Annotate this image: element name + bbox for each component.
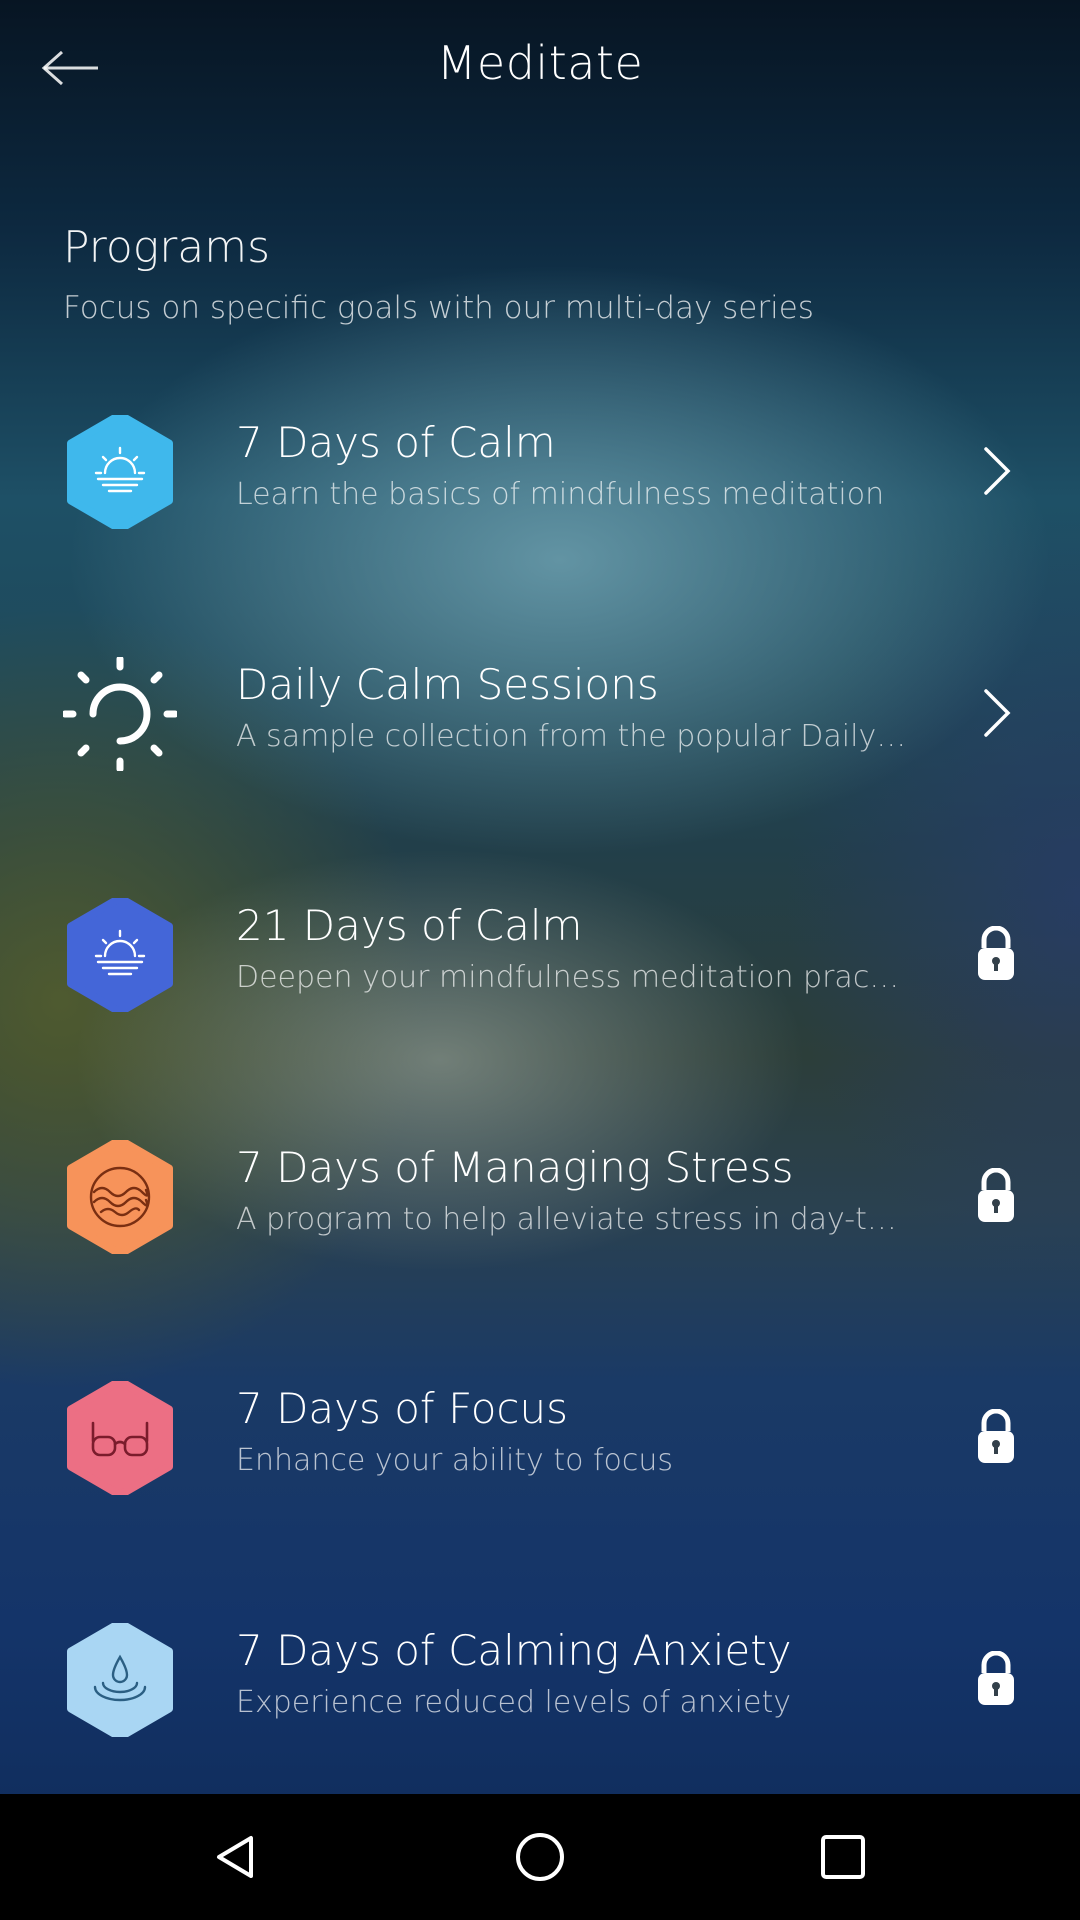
program-icon <box>63 1377 177 1500</box>
chevron-right-icon <box>984 688 1011 737</box>
program-subtitle: Enhance your ability to focus <box>236 1443 674 1479</box>
program-subtitle: Learn the basics of mindfulness meditati… <box>236 477 885 512</box>
program-row[interactable]: 7 Days of Calm Learn the basics of mindf… <box>0 375 1080 617</box>
program-subtitle: A sample collection from the popular Dai… <box>236 718 907 754</box>
program-list: 7 Days of Calm Learn the basics of mindf… <box>0 375 1080 1825</box>
program-row[interactable]: 7 Days of Calming Anxiety Experience red… <box>0 1583 1080 1825</box>
system-nav-bar <box>0 1794 1080 1920</box>
sunrise-icon <box>67 411 173 533</box>
program-icon <box>63 411 177 533</box>
nav-back-button[interactable] <box>206 1827 266 1887</box>
program-title: 7 Days of Calming Anxiety <box>236 1625 792 1675</box>
nav-recents-button[interactable] <box>813 1827 873 1887</box>
program-row[interactable]: Daily Calm Sessions A sample collection … <box>0 617 1080 859</box>
program-subtitle: Deepen your mindfulness meditation prac… <box>236 960 900 996</box>
program-subtitle: Experience reduced levels of anxiety <box>236 1684 791 1720</box>
program-title: Daily Calm Sessions <box>236 659 659 709</box>
program-title: 7 Days of Focus <box>236 1384 569 1434</box>
nav-home-circle-icon <box>516 1833 564 1881</box>
section-subtitle: Focus on specific goals with our multi-d… <box>63 290 814 326</box>
waves-icon <box>67 1135 173 1258</box>
page-title: Meditate <box>436 36 644 90</box>
top-bar: Meditate <box>0 0 1080 136</box>
sun-icon <box>61 655 179 773</box>
section-title: Programs <box>63 222 271 273</box>
lock-icon <box>978 1650 1014 1705</box>
program-title: 21 Days of Calm <box>236 901 583 951</box>
sunrise-icon <box>67 894 173 1017</box>
lock-icon <box>978 926 1014 981</box>
lock-icon <box>978 1167 1014 1222</box>
program-row[interactable]: 7 Days of Focus Enhance your ability to … <box>0 1341 1080 1583</box>
meditate-screen: Meditate Programs Focus on specific goal… <box>0 0 1080 1920</box>
nav-home-button[interactable] <box>510 1827 570 1887</box>
lock-icon <box>978 1409 1014 1464</box>
program-icon <box>63 1618 177 1741</box>
program-row[interactable]: 21 Days of Calm Deepen your mindfulness … <box>0 858 1080 1100</box>
program-subtitle: A program to help alleviate stress in da… <box>236 1201 897 1237</box>
program-title: 7 Days of Calm <box>236 418 556 467</box>
nav-recents-square-icon <box>821 1835 865 1879</box>
water-drop-icon <box>67 1618 173 1741</box>
glasses-icon <box>67 1377 173 1500</box>
program-icon <box>63 1135 177 1258</box>
program-title: 7 Days of Managing Stress <box>236 1142 794 1192</box>
program-icon <box>63 894 177 1017</box>
program-row[interactable]: 7 Days of Managing Stress A program to h… <box>0 1100 1080 1342</box>
program-icon <box>61 655 179 773</box>
nav-back-triangle-icon <box>217 1836 253 1878</box>
chevron-right-icon <box>984 447 1011 495</box>
